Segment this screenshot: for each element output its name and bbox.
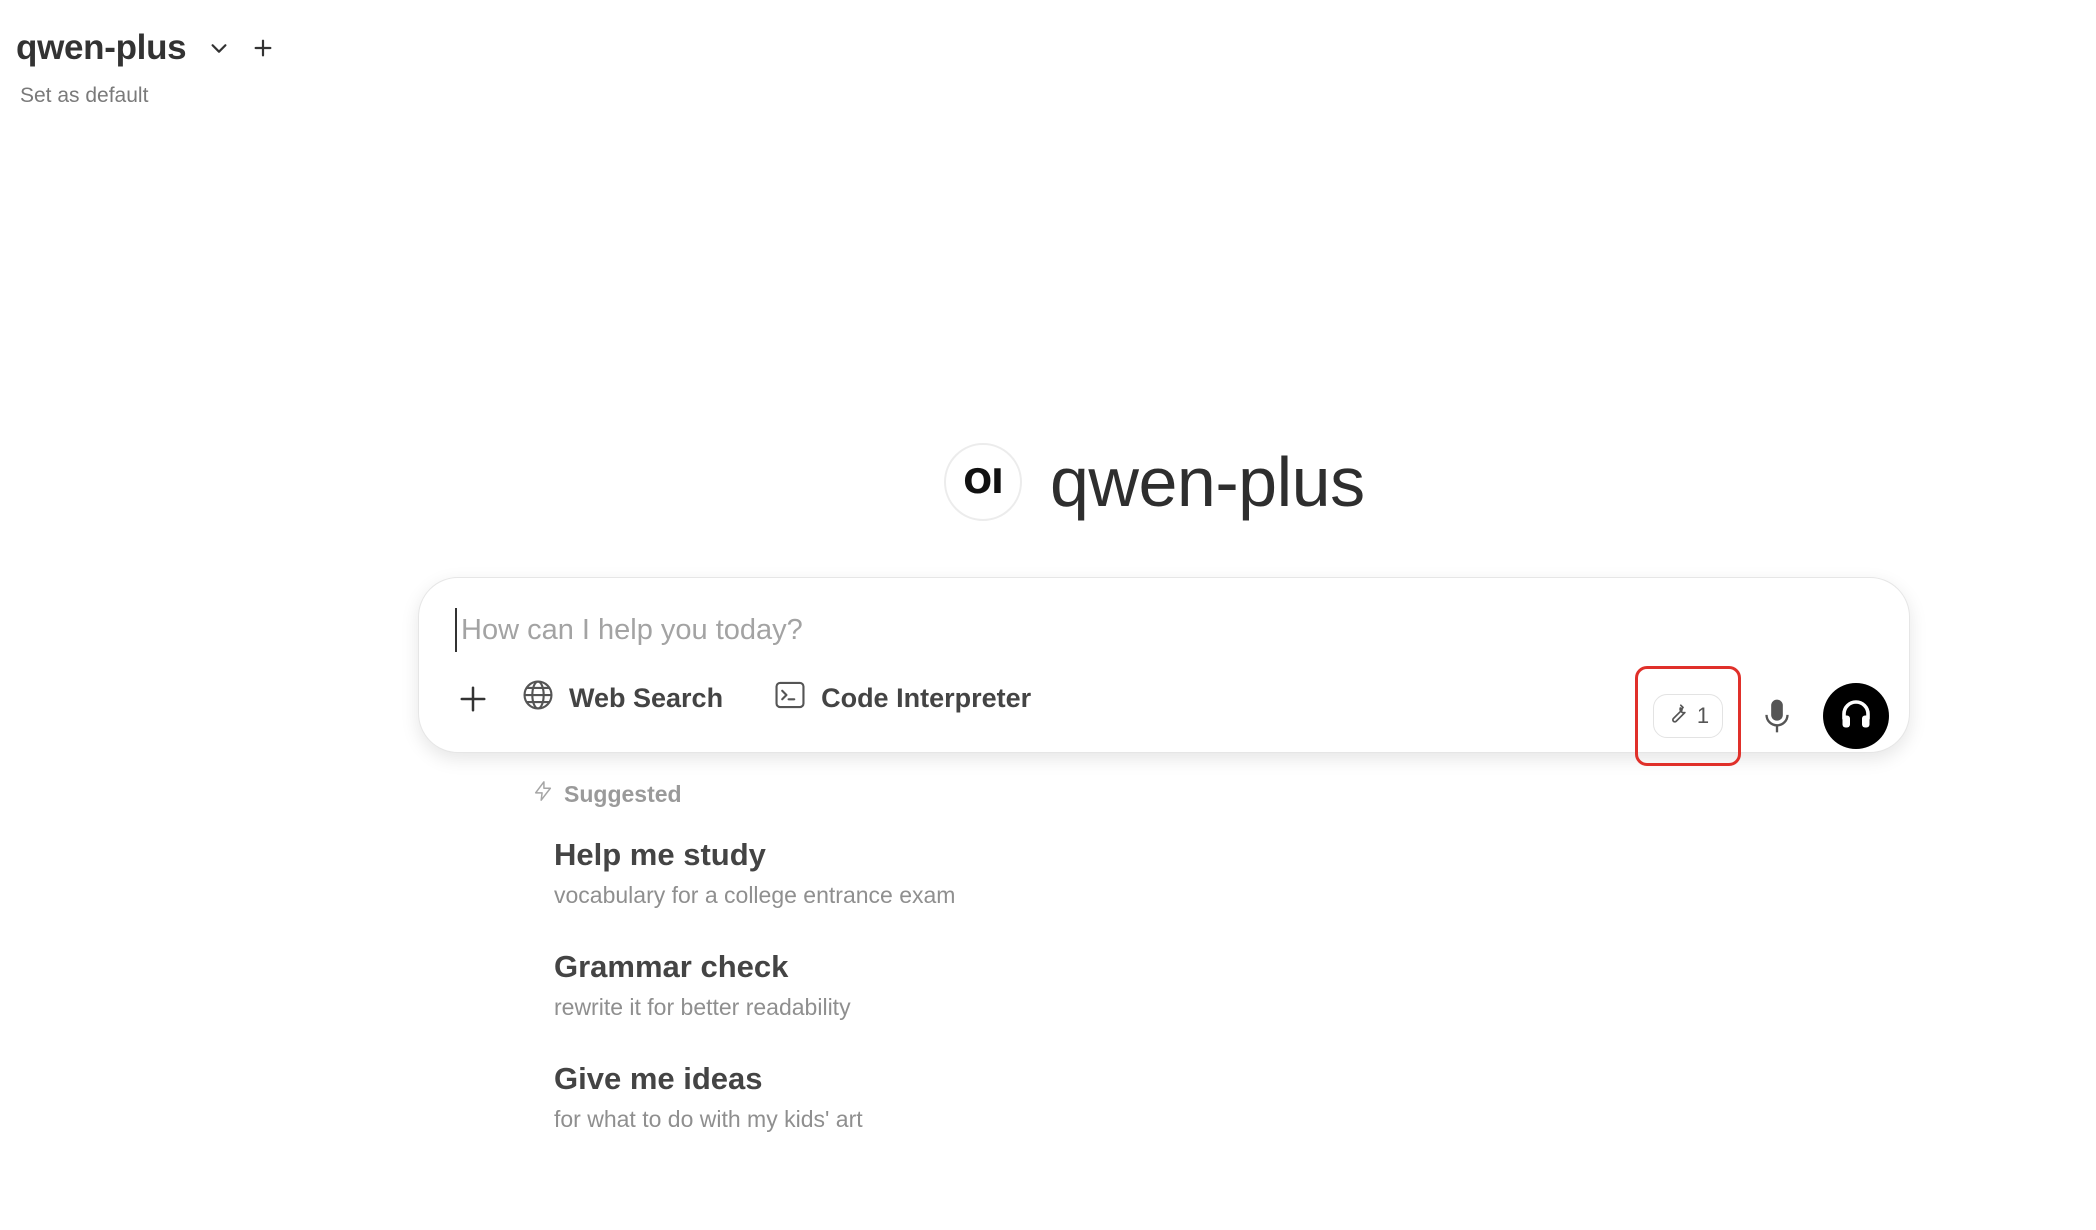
chat-right-controls: 1 <box>1635 666 1889 766</box>
suggestion-title: Help me study <box>554 837 766 872</box>
tools-highlight-box: 1 <box>1635 666 1741 766</box>
suggestion-title: Give me ideas <box>554 1061 763 1096</box>
suggestion-subtitle: rewrite it for better readability <box>554 994 851 1020</box>
hero-title: qwen-plus <box>1050 443 1365 521</box>
chat-input-card: Web Search Code Interpreter 1 <box>418 577 1910 766</box>
microphone-icon[interactable] <box>1757 692 1797 740</box>
web-search-label: Web Search <box>569 683 724 713</box>
suggestion-subtitle: vocabulary for a college entrance exam <box>554 882 956 908</box>
set-as-default-link[interactable]: Set as default <box>20 84 148 108</box>
suggestion-item[interactable]: Give me ideas for what to do with my kid… <box>554 1060 863 1134</box>
tools-count: 1 <box>1696 703 1710 728</box>
suggestion-subtitle: for what to do with my kids' art <box>554 1106 863 1132</box>
chat-toolbar: Web Search Code Interpreter <box>453 678 1081 719</box>
suggestion-item[interactable]: Grammar check rewrite it for better read… <box>554 948 851 1022</box>
logo-text: OI <box>963 462 1004 502</box>
add-attachment-icon[interactable] <box>453 679 493 719</box>
headphones-icon <box>1838 696 1874 737</box>
tools-button[interactable]: 1 <box>1653 694 1723 738</box>
chevron-down-icon[interactable] <box>208 37 230 59</box>
lightning-icon <box>532 780 554 808</box>
voice-mode-button[interactable] <box>1823 683 1889 749</box>
model-name[interactable]: qwen-plus <box>16 28 187 68</box>
add-model-icon[interactable] <box>252 37 274 59</box>
suggested-label: Suggested <box>564 780 682 807</box>
chat-input[interactable] <box>455 608 1761 652</box>
code-interpreter-label: Code Interpreter <box>821 683 1032 713</box>
model-selector: qwen-plus <box>16 28 274 68</box>
wrench-icon <box>1667 702 1689 730</box>
suggested-heading: Suggested <box>532 780 682 808</box>
web-search-button[interactable]: Web Search <box>521 678 723 719</box>
code-interpreter-button[interactable]: Code Interpreter <box>773 678 1031 719</box>
hero: OI qwen-plus <box>944 442 1365 522</box>
suggestion-item[interactable]: Help me study vocabulary for a college e… <box>554 836 955 910</box>
suggestion-title: Grammar check <box>554 949 789 984</box>
globe-icon <box>521 678 555 719</box>
model-logo: OI <box>944 443 1022 521</box>
terminal-icon <box>773 678 807 719</box>
